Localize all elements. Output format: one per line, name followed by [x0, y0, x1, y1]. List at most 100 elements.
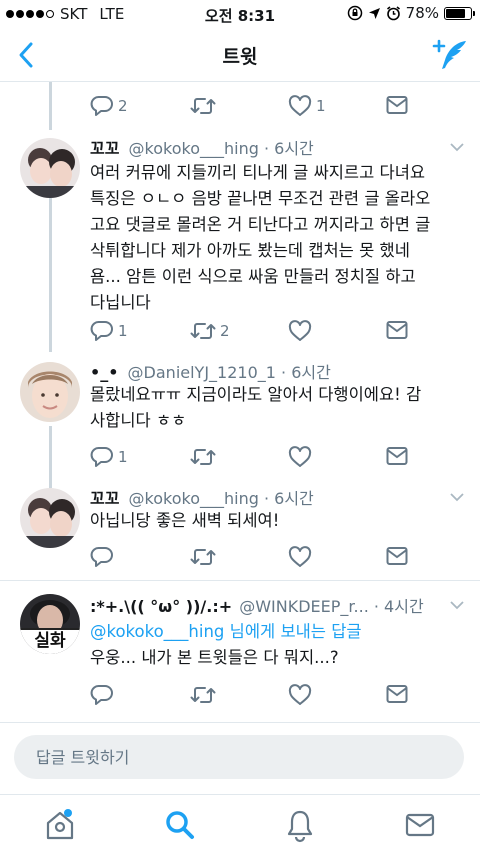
reply-icon	[90, 321, 113, 341]
reply-composer[interactable]	[14, 735, 464, 779]
reply-button[interactable]: 1	[90, 320, 128, 342]
retweet-icon	[190, 323, 216, 339]
user-handle[interactable]: @kokoko___hing	[129, 139, 259, 158]
mention-link[interactable]: @kokoko___hing	[90, 622, 224, 641]
reply-button[interactable]	[90, 546, 114, 568]
retweet-count: 2	[220, 322, 230, 340]
reply-count: 2	[118, 97, 128, 115]
heart-icon	[288, 684, 312, 705]
tweet[interactable]: 꼬꼬 @kokoko___hing · 6시간 아닙니당 좋은 새벽 되세여!	[0, 480, 480, 580]
avatar[interactable]: 실화	[20, 594, 80, 654]
avatar[interactable]	[20, 362, 80, 422]
like-button[interactable]: 1	[288, 95, 326, 117]
retweet-icon	[190, 549, 216, 565]
direct-message-button[interactable]	[386, 546, 408, 566]
avatar[interactable]	[20, 138, 80, 198]
tweet-text: @kokoko___hing 님에게 보내는 답글 우웅... 내가 본 트윗들…	[90, 619, 475, 671]
avatar-caption: 실화	[34, 631, 66, 651]
compose-feather-icon	[432, 39, 466, 69]
battery-percent: 78%	[405, 4, 439, 22]
heart-icon	[288, 320, 312, 341]
tweet-text-line: 특징은 ㅇㄴㅇ 음방 끝나면 무조건 관련 글 올라오	[90, 189, 431, 208]
envelope-icon	[386, 447, 408, 465]
like-count: 1	[316, 97, 326, 115]
reply-button[interactable]: 1	[90, 446, 128, 468]
tab-notifications[interactable]	[282, 807, 318, 843]
retweet-button[interactable]: 2	[190, 320, 230, 342]
tab-home[interactable]	[42, 807, 78, 843]
tweet[interactable]: 꼬꼬 @kokoko___hing · 6시간 여러 커뮤에 지들끼리 티나게 …	[0, 130, 480, 354]
like-button[interactable]	[288, 546, 312, 568]
tweet-time: · 6시간	[258, 139, 314, 158]
retweet-icon	[190, 449, 216, 465]
location-arrow-icon	[368, 7, 380, 19]
tab-messages[interactable]	[402, 807, 438, 843]
reply-icon	[90, 447, 113, 467]
display-name[interactable]: •_•	[90, 363, 118, 382]
retweet-button[interactable]	[190, 95, 220, 117]
tweet-text-line: 삭튀합니다 제가 아까도 봤는데 캡처는 못 했네	[90, 241, 410, 260]
user-handle[interactable]: @DanielYJ_1210_1	[128, 363, 276, 382]
tweet-text-line: 여러 커뮤에 지들끼리 티나게 글 싸지르고 다녀요	[90, 163, 426, 182]
status-bar: SKT LTE 오전 8:31 78%	[0, 0, 480, 28]
like-button[interactable]	[288, 320, 316, 342]
tweet-text: 아닙니당 좋은 새벽 되세여!	[90, 508, 475, 534]
tweet-header: 꼬꼬 @kokoko___hing · 6시간	[90, 485, 314, 509]
retweet-icon	[190, 687, 216, 703]
reply-button[interactable]	[90, 684, 114, 706]
user-handle[interactable]: @WINKDEEP_r...	[239, 597, 369, 616]
tab-bar	[0, 794, 480, 854]
retweet-button[interactable]	[190, 446, 216, 468]
chevron-down-icon[interactable]	[450, 492, 464, 502]
reply-button[interactable]: 2	[90, 95, 128, 117]
retweet-icon	[190, 98, 216, 114]
nav-bar: 트윗	[0, 28, 480, 82]
reply-icon	[90, 685, 113, 705]
compose-tweet-button[interactable]	[432, 38, 468, 72]
reply-input[interactable]	[14, 735, 464, 779]
like-button[interactable]	[288, 446, 312, 468]
display-name[interactable]: 꼬꼬	[90, 489, 119, 508]
envelope-icon	[386, 96, 408, 114]
tweet-text-line: 다닙니다	[90, 293, 151, 312]
alarm-icon	[386, 5, 400, 20]
tweet-text-line: 우웅... 내가 본 트윗들은 다 뭐지...?	[90, 648, 339, 667]
direct-message-button[interactable]	[386, 320, 408, 340]
user-handle[interactable]: @kokoko___hing	[129, 489, 259, 508]
tweet-actions	[90, 684, 420, 710]
tab-search[interactable]	[162, 807, 198, 843]
like-button[interactable]	[288, 684, 312, 706]
tweet-text: 여러 커뮤에 지들끼리 티나게 글 싸지르고 다녀요 특징은 ㅇㄴㅇ 음방 끝나…	[90, 160, 475, 316]
battery-icon	[444, 6, 475, 20]
tweet[interactable]: 실화 :*+.\(( °ω° ))/.:+ @WINKDEEP_r... · 4…	[0, 582, 480, 722]
direct-message-button[interactable]	[386, 446, 408, 466]
reply-count: 1	[118, 448, 128, 466]
chevron-down-icon[interactable]	[450, 600, 464, 610]
tweet-time: · 6시간	[275, 363, 331, 382]
chevron-down-icon[interactable]	[450, 142, 464, 152]
home-icon	[46, 809, 74, 840]
tweet-time: · 6시간	[258, 489, 314, 508]
heart-icon	[288, 95, 312, 116]
display-name[interactable]: :*+.\(( °ω° ))/.:+	[90, 597, 232, 616]
tweet-actions	[90, 546, 420, 572]
search-icon	[166, 811, 194, 839]
heart-icon	[288, 446, 312, 467]
tweet-actions: 2 1	[90, 95, 420, 121]
display-name[interactable]: 꼬꼬	[90, 139, 119, 158]
rotation-lock-icon	[347, 5, 362, 21]
avatar[interactable]	[20, 488, 80, 548]
tweet[interactable]: •_• @DanielYJ_1210_1 · 6시간 몰랐네요ㅠㅠ 지금이라도 …	[0, 354, 480, 480]
direct-message-button[interactable]	[386, 95, 408, 115]
retweet-button[interactable]	[190, 546, 216, 568]
tweet-text-line: 몰랐네요ㅠㅠ 지금이라도 알아서 다행이에요! 감	[90, 385, 422, 404]
tweet-text-line: 고요 댓글로 몰려온 거 티난다고 꺼지라고 하면 글	[90, 215, 431, 234]
reply-count: 1	[118, 322, 128, 340]
direct-message-button[interactable]	[386, 684, 408, 704]
retweet-button[interactable]	[190, 684, 216, 706]
tweet-text-line: 사합니다 ㅎㅎ	[90, 411, 187, 430]
tweet-time: · 4시간	[368, 597, 424, 616]
thread-line	[49, 82, 52, 130]
reply-context: @kokoko___hing 님에게 보내는 답글	[90, 619, 475, 645]
tweet-text-line: 아닙니당 좋은 새벽 되세여!	[90, 511, 280, 530]
